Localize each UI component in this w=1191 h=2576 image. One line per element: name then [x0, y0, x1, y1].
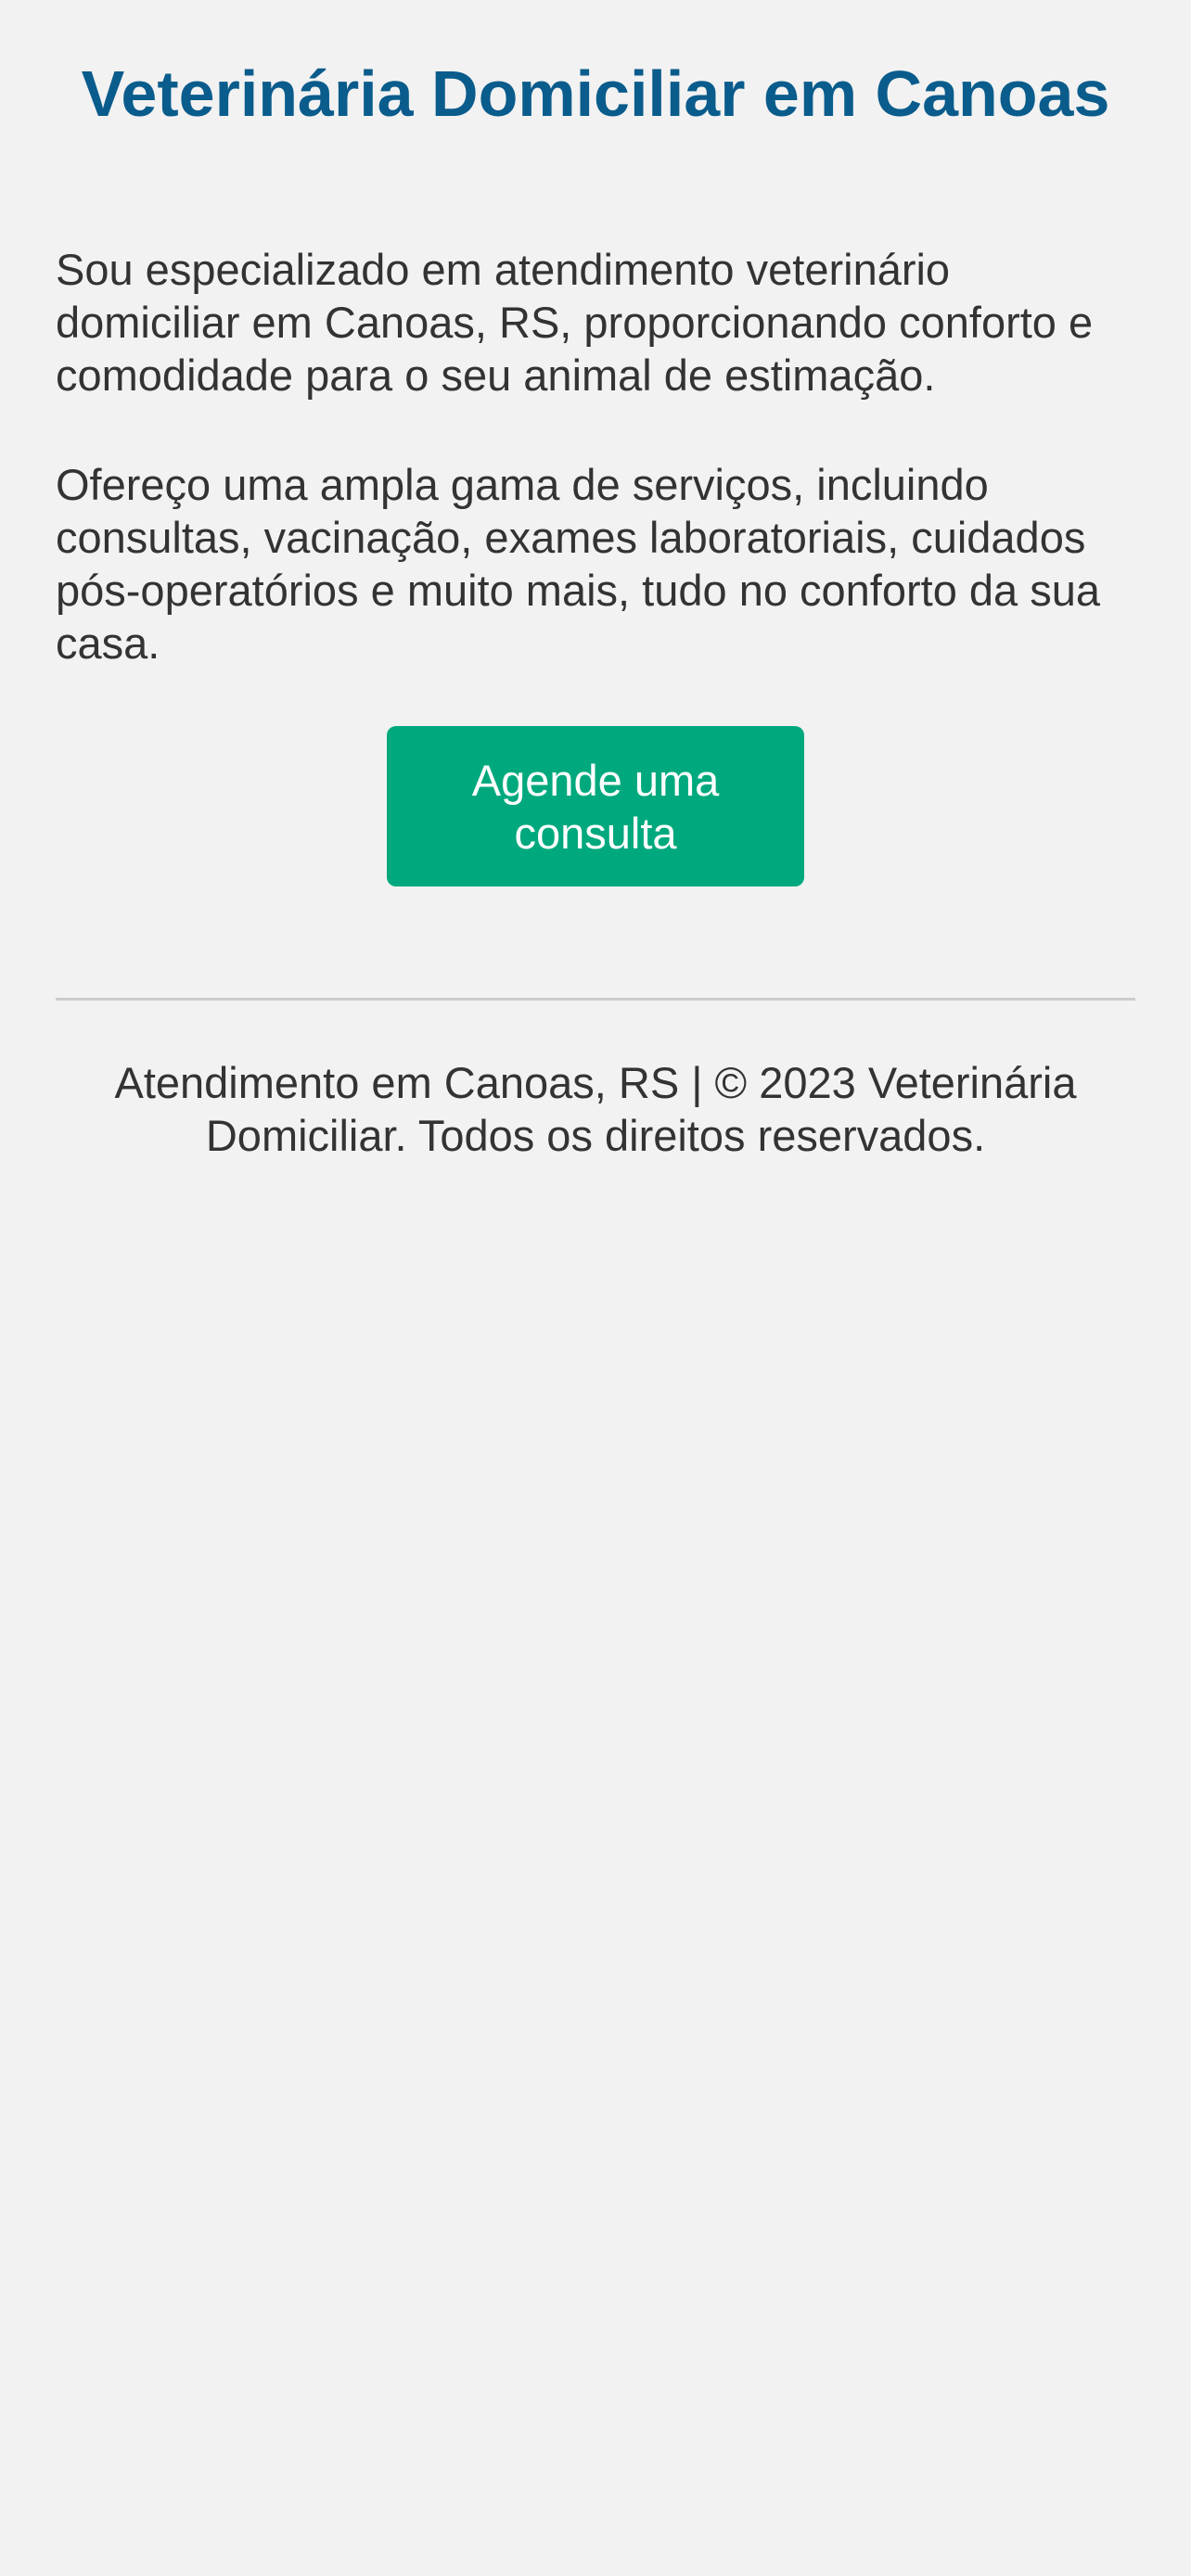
footer-text: Atendimento em Canoas, RS | © 2023 Veter… [114, 1058, 1077, 1160]
footer-divider [56, 998, 1135, 1001]
services-paragraph: Ofereço uma ampla gama de serviços, incl… [56, 460, 1101, 668]
schedule-consultation-button[interactable]: Agende uma consulta [387, 726, 804, 886]
page-title: Veterinária Domiciliar em Canoas [81, 57, 1110, 130]
intro-paragraph: Sou especializado em atendimento veterin… [56, 245, 1094, 400]
schedule-consultation-label: Agende uma consulta [471, 755, 720, 858]
